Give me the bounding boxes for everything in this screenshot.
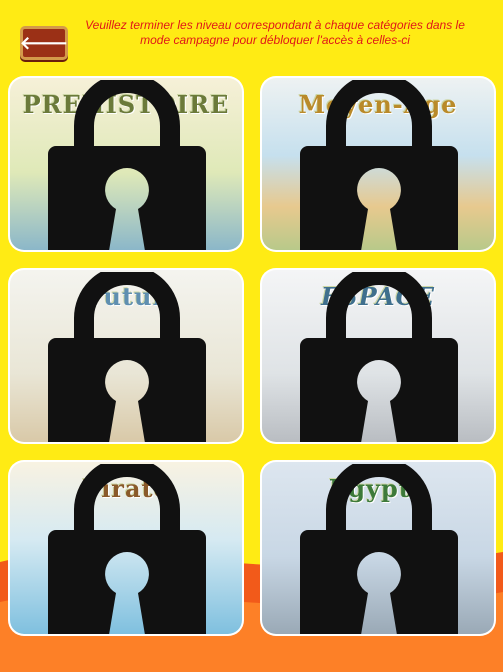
category-tile-pirate[interactable]: Pirate — [10, 462, 242, 634]
back-button[interactable]: 🡐 — [20, 26, 68, 60]
category-tile-moyen-age[interactable]: Moyen-Age — [262, 78, 494, 250]
lock-icon — [300, 272, 458, 442]
arrow-left-icon: 🡐 — [19, 32, 69, 53]
lock-icon — [48, 80, 206, 250]
category-tile-espace[interactable]: ESPACE — [262, 270, 494, 442]
lock-icon — [48, 272, 206, 442]
lock-icon — [300, 464, 458, 634]
lock-icon — [300, 80, 458, 250]
category-tile-prehistoire[interactable]: PREHISTOIRE — [10, 78, 242, 250]
unlock-notice: Veuillez terminer les niveau corresponda… — [85, 18, 465, 47]
category-tile-egypte[interactable]: Egypte — [262, 462, 494, 634]
category-tile-futur[interactable]: Futur — [10, 270, 242, 442]
lock-icon — [48, 464, 206, 634]
